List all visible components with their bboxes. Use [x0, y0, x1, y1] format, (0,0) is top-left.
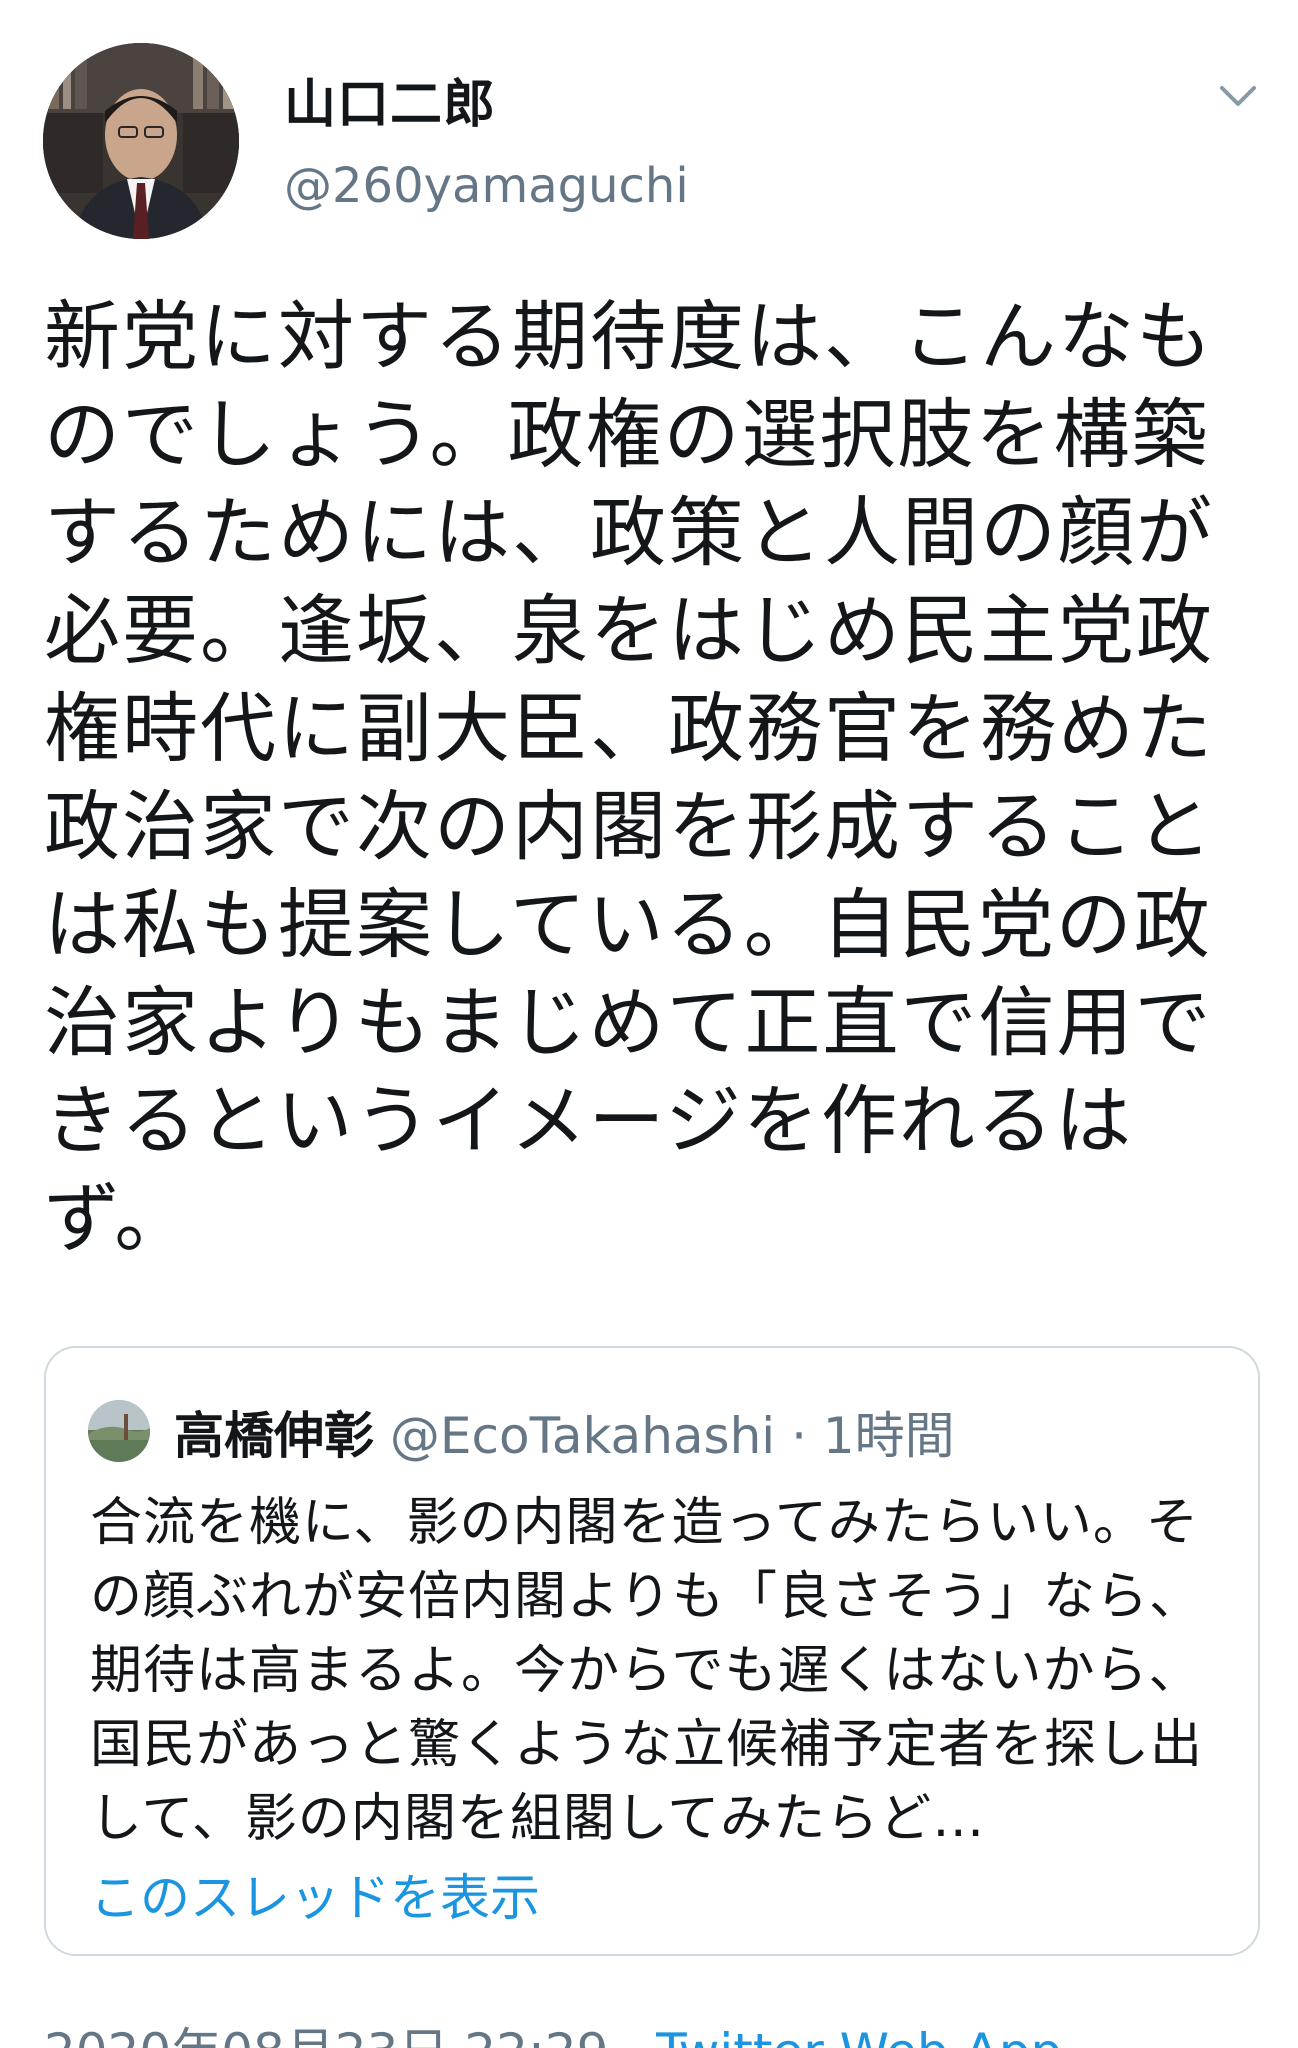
quoted-author-avatar	[88, 1400, 150, 1462]
footer-separator: ·	[608, 2023, 656, 2048]
tweet-body-text: 新党に対する期待度は、こんなものでしょう。政権の選択肢を構築するためには、政策と…	[44, 292, 1214, 1263]
author-display-name[interactable]: 山口二郎	[284, 62, 496, 137]
quoted-tweet-text: 合流を機に、影の内閣を造ってみたらいい。その顔ぶれが安倍内閣よりも「良さそう」な…	[90, 1493, 1204, 1849]
tweet-timestamp[interactable]: 2020年08月23日 22:29	[44, 2023, 608, 2048]
quoted-tweet-time[interactable]: 1時間	[823, 1407, 955, 1465]
author-avatar[interactable]	[43, 43, 239, 239]
quoted-tweet-card[interactable]: 高橋伸彰 @EcoTakahashi · 1時間 合流を機に、影の内閣を造ってみ…	[44, 1346, 1260, 1956]
quoted-avatar-image	[88, 1400, 150, 1462]
quoted-meta-separator: ·	[775, 1407, 823, 1465]
tweet-footer: 2020年08月23日 22:29 · Twitter Web App	[44, 2012, 1062, 2048]
author-avatar-image	[43, 43, 239, 239]
show-thread-link[interactable]: このスレッドを表示	[90, 1858, 540, 1930]
chevron-down-icon[interactable]	[1214, 78, 1262, 114]
quoted-tweet-header: 高橋伸彰 @EcoTakahashi · 1時間	[174, 1396, 955, 1468]
source-app-link[interactable]: Twitter Web App	[656, 2023, 1062, 2048]
tweet-page: 山口二郎 @260yamaguchi 新党に対する期待度は、こんなものでしょう。…	[0, 0, 1298, 2048]
quoted-author-handle[interactable]: @EcoTakahashi	[390, 1407, 775, 1465]
quoted-author-name[interactable]: 高橋伸彰	[174, 1407, 374, 1465]
author-handle[interactable]: @260yamaguchi	[284, 158, 689, 214]
